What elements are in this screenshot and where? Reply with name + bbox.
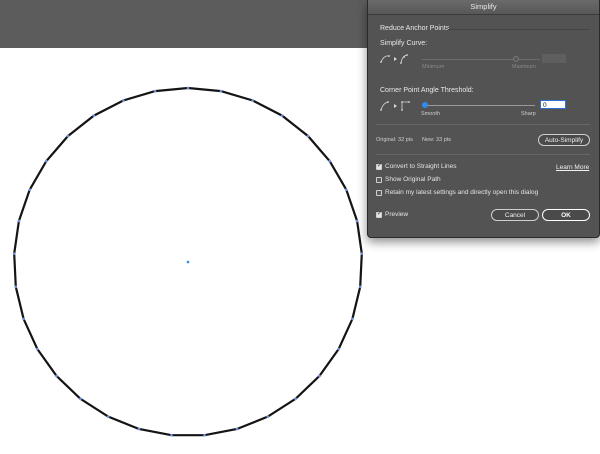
simplify-curve-track xyxy=(422,59,540,60)
anchor-point[interactable] xyxy=(153,89,157,93)
anchor-point[interactable] xyxy=(66,134,70,138)
retain-settings-label[interactable]: Retain my latest settings and directly o… xyxy=(385,189,538,196)
anchor-point[interactable] xyxy=(137,427,141,431)
anchor-point[interactable] xyxy=(92,114,96,117)
new-points-count: New: 33 pts xyxy=(422,137,452,143)
anchor-point[interactable] xyxy=(318,374,321,378)
anchor-point[interactable] xyxy=(358,285,362,289)
anchor-point[interactable] xyxy=(251,99,254,102)
anchor-point[interactable] xyxy=(203,433,206,437)
anchor-point[interactable] xyxy=(360,252,364,256)
anchor-point[interactable] xyxy=(266,415,270,418)
anchor-point[interactable] xyxy=(219,89,223,93)
center-point xyxy=(186,260,190,264)
anchor-point[interactable] xyxy=(337,347,340,351)
simplify-curve-value-field[interactable] xyxy=(542,54,566,63)
cancel-button[interactable]: Cancel xyxy=(491,209,539,221)
anchor-point[interactable] xyxy=(14,285,18,289)
preview-checkbox[interactable] xyxy=(376,210,382,218)
dialog-titlebar[interactable]: Simplify xyxy=(368,0,599,15)
curve-to-simple-icon xyxy=(380,54,408,64)
retain-settings-checkbox[interactable] xyxy=(376,190,382,196)
anchor-point[interactable] xyxy=(235,427,239,431)
minimum-label: Minimum xyxy=(422,64,445,70)
anchor-point[interactable] xyxy=(22,317,25,321)
dialog-title: Simplify xyxy=(470,2,497,11)
reduce-anchor-points-heading: Reduce Anchor Points xyxy=(380,25,450,32)
ok-button[interactable]: OK xyxy=(542,209,590,221)
anchor-point[interactable] xyxy=(12,252,16,256)
anchor-point[interactable] xyxy=(186,86,190,90)
corner-angle-track xyxy=(425,105,535,106)
anchor-point[interactable] xyxy=(351,317,354,321)
anchor-point[interactable] xyxy=(306,134,310,138)
preview-label[interactable]: Preview xyxy=(385,211,408,218)
anchor-point[interactable] xyxy=(55,374,58,378)
anchor-point[interactable] xyxy=(170,433,173,437)
simplify-curve-slider-thumb[interactable] xyxy=(513,56,520,62)
anchor-point[interactable] xyxy=(36,347,39,351)
original-points-count: Original: 32 pts xyxy=(376,137,413,143)
simplify-curve-label: Simplify Curve: xyxy=(380,40,428,47)
section-divider xyxy=(376,154,590,155)
show-original-path-checkbox[interactable] xyxy=(376,177,382,183)
corner-angle-value-field[interactable]: 0 xyxy=(540,100,566,109)
anchor-point[interactable] xyxy=(280,114,284,117)
straight-lines-label[interactable]: Convert to Straight Lines xyxy=(385,163,457,170)
auto-simplify-button[interactable]: Auto-Simplify xyxy=(538,134,590,146)
smooth-to-corner-icon xyxy=(380,101,410,111)
maximum-label: Maximum xyxy=(512,64,536,70)
simplify-dialog: Simplify Reduce Anchor Points Simplify C… xyxy=(367,0,600,238)
section-divider xyxy=(448,29,590,30)
corner-angle-label: Corner Point Angle Threshold: xyxy=(380,87,474,94)
anchor-point[interactable] xyxy=(28,188,32,192)
anchor-point[interactable] xyxy=(122,99,125,102)
section-divider xyxy=(376,124,590,125)
smooth-label: Smooth xyxy=(421,111,440,117)
sharp-label: Sharp xyxy=(521,111,536,117)
anchor-point[interactable] xyxy=(328,159,332,163)
anchor-point[interactable] xyxy=(17,219,21,223)
anchor-point[interactable] xyxy=(355,219,359,223)
learn-more-link[interactable]: Learn More xyxy=(556,164,589,171)
anchor-point[interactable] xyxy=(44,159,48,163)
straight-lines-checkbox[interactable] xyxy=(376,162,382,170)
show-original-path-label[interactable]: Show Original Path xyxy=(385,176,441,183)
anchor-point[interactable] xyxy=(344,188,348,192)
anchor-point[interactable] xyxy=(294,397,297,401)
anchor-point[interactable] xyxy=(79,397,82,401)
corner-angle-slider-thumb[interactable] xyxy=(422,102,428,108)
anchor-point[interactable] xyxy=(106,415,110,418)
